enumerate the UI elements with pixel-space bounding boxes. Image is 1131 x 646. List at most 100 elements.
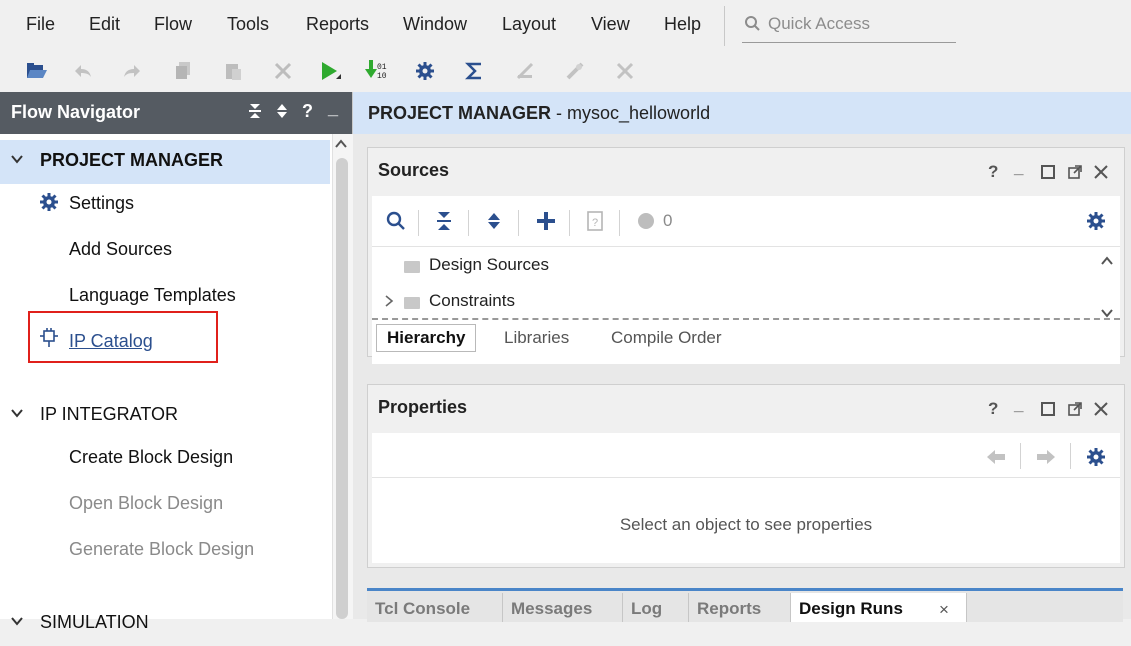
page-title-section: PROJECT MANAGER [368,103,552,123]
tree-row-design-sources[interactable]: Design Sources [372,255,1092,277]
unknown-file-icon[interactable]: ? [587,211,603,237]
sources-panel: Sources ? _ ? 0 Design Sources Constrain… [367,147,1125,364]
delete-icon[interactable] [270,58,296,84]
copy-icon[interactable] [170,58,196,84]
tab-design-runs-label: Design Runs [799,599,903,618]
tab-libraries[interactable]: Libraries [504,328,569,348]
open-project-icon[interactable] [24,58,50,84]
expand-all-icon[interactable] [487,211,501,237]
tree-row-constraints[interactable]: Constraints [372,291,1092,313]
page-title-separator: - [551,103,568,123]
scroll-up-icon[interactable] [1100,251,1114,271]
float-icon[interactable] [1068,164,1082,184]
tab-compile-order[interactable]: Compile Order [611,328,722,348]
nav-item-add-sources[interactable]: Add Sources [69,239,172,260]
search-icon[interactable] [386,211,406,237]
chevron-down-icon[interactable] [10,405,24,421]
properties-panel: Properties ? _ Select an object to see p [367,384,1125,568]
menu-help[interactable]: Help [664,14,701,35]
chevron-down-icon[interactable] [10,613,24,629]
minimize-icon[interactable]: _ [1014,395,1023,415]
scroll-down-icon[interactable] [1100,303,1114,323]
maximize-icon[interactable] [1041,164,1055,184]
disabled-tool-icon-1[interactable] [512,58,538,84]
error-count: 0 [663,211,673,230]
navigator-scrollbar-thumb[interactable] [336,158,348,619]
minimize-icon[interactable]: _ [1014,158,1023,178]
toolbar-separator [1070,443,1071,469]
minimize-icon[interactable]: _ [328,98,338,119]
close-icon[interactable] [1094,164,1108,184]
collapse-all-icon[interactable] [436,211,452,237]
disabled-tool-icon-3[interactable] [612,58,638,84]
toolbar-separator [1020,443,1021,469]
scroll-up-icon[interactable] [334,136,348,152]
nav-section-simulation[interactable]: SIMULATION [0,602,330,646]
nav-section-ip-integrator[interactable]: IP INTEGRATOR [0,394,330,438]
tab-hierarchy[interactable]: Hierarchy [376,324,477,352]
sigma-icon[interactable] [462,58,488,84]
menu-reports[interactable]: Reports [306,14,369,35]
menu-file[interactable]: File [26,14,55,35]
help-icon[interactable]: ? [302,101,313,122]
folder-icon [404,261,420,273]
menu-edit[interactable]: Edit [89,14,120,35]
toolbar-separator [468,210,469,236]
gear-icon[interactable] [1086,447,1106,472]
nav-item-generate-block-design[interactable]: Generate Block Design [69,539,254,560]
help-icon[interactable]: ? [988,399,998,419]
flow-navigator-panel: Flow Navigator ? _ PROJECT MANAGER Setti… [0,92,353,632]
nav-item-open-block-design[interactable]: Open Block Design [69,493,223,514]
toolbar-separator [518,210,519,236]
nav-section-label: PROJECT MANAGER [40,150,224,170]
tab-tcl-console[interactable]: Tcl Console [367,593,503,622]
project-name: mysoc_helloworld [567,103,711,123]
chevron-down-icon[interactable] [10,151,24,167]
menu-bar: File Edit Flow Tools Reports Window Layo… [0,0,1131,50]
menu-tools[interactable]: Tools [227,14,269,35]
sources-title: Sources [378,160,450,180]
paste-icon[interactable] [220,58,246,84]
redo-icon[interactable] [119,58,145,84]
project-manager-header: PROJECT MANAGER - mysoc_helloworld [353,92,1131,134]
menu-window[interactable]: Window [403,14,467,35]
close-icon[interactable]: × [939,594,949,626]
properties-divider [372,477,1120,478]
tab-log[interactable]: Log [623,593,689,622]
float-icon[interactable] [1068,401,1082,421]
gear-icon [39,192,59,217]
close-icon[interactable] [1094,401,1108,421]
tab-design-runs[interactable]: Design Runs × [791,593,967,622]
svg-text:10: 10 [377,72,387,81]
run-icon[interactable] [316,58,342,84]
ip-catalog-highlight-box [28,311,218,363]
expand-all-icon[interactable] [276,103,288,124]
nav-item-settings[interactable]: Settings [69,193,134,214]
undo-icon[interactable] [70,58,96,84]
settings-gear-icon[interactable] [412,58,438,84]
tab-reports[interactable]: Reports [689,593,791,622]
forward-arrow-icon[interactable] [1036,449,1056,470]
gear-icon[interactable] [1086,211,1106,237]
nav-item-language-templates[interactable]: Language Templates [69,285,236,306]
back-arrow-icon[interactable] [986,449,1006,470]
program-icon[interactable]: 01 10 [363,58,389,84]
menu-separator [724,6,725,46]
disabled-tool-icon-2[interactable] [562,58,588,84]
flow-navigator-header: Flow Navigator ? _ [0,92,352,134]
chevron-right-icon[interactable] [384,293,394,313]
quick-access-search[interactable]: Quick Access [742,12,956,43]
flow-navigator-title: Flow Navigator [11,102,141,122]
tab-messages[interactable]: Messages [503,593,623,622]
menu-layout[interactable]: Layout [502,14,556,35]
collapse-all-icon[interactable] [248,103,262,124]
help-icon[interactable]: ? [988,162,998,182]
menu-flow[interactable]: Flow [154,14,192,35]
menu-view[interactable]: View [591,14,630,35]
quick-access-placeholder: Quick Access [768,14,871,33]
folder-icon [404,297,420,309]
add-icon[interactable] [536,211,556,237]
maximize-icon[interactable] [1041,401,1055,421]
nav-item-create-block-design[interactable]: Create Block Design [69,447,233,468]
nav-section-project-manager[interactable]: PROJECT MANAGER [0,140,330,184]
